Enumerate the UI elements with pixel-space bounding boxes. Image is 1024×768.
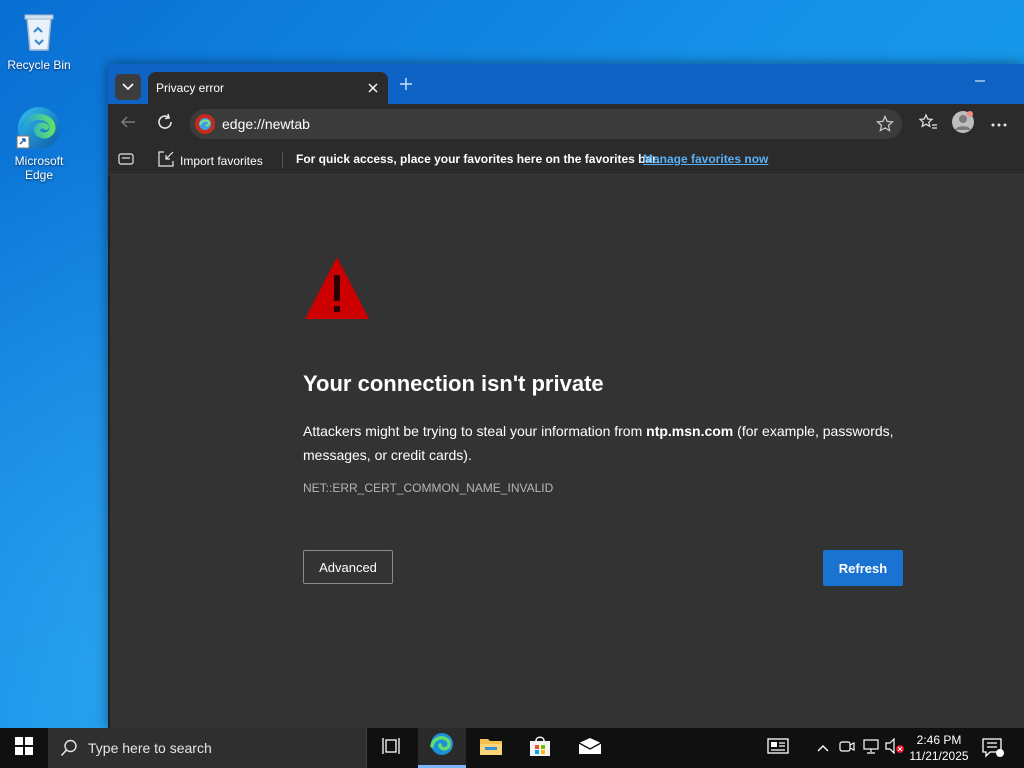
reload-button[interactable] xyxy=(153,112,177,136)
error-host: ntp.msn.com xyxy=(646,423,734,439)
refresh-icon xyxy=(156,113,174,136)
edge-icon xyxy=(15,104,63,152)
clock-date: 11/21/2025 xyxy=(909,749,969,763)
edge-favicon-icon xyxy=(195,114,215,134)
show-hidden-icons-button[interactable] xyxy=(813,738,833,758)
error-title: Your connection isn't private xyxy=(303,371,604,396)
notifications-button[interactable] xyxy=(982,738,1004,758)
favorites-button[interactable] xyxy=(916,112,940,136)
advanced-button[interactable]: Advanced xyxy=(303,550,393,584)
folder-icon xyxy=(479,736,503,761)
address-bar[interactable]: edge://newtab xyxy=(190,109,902,139)
edge-icon xyxy=(429,731,455,762)
mail-icon xyxy=(578,737,602,760)
add-favorite-star-icon[interactable] xyxy=(876,115,894,133)
taskbar-app-mail[interactable] xyxy=(566,728,614,768)
more-horizontal-icon xyxy=(990,115,1008,133)
taskbar-app-store[interactable] xyxy=(516,728,564,768)
arrow-left-icon xyxy=(119,113,137,136)
start-button[interactable] xyxy=(0,728,48,768)
error-code[interactable]: NET::ERR_CERT_COMMON_NAME_INVALID xyxy=(303,481,553,495)
back-button[interactable] xyxy=(116,112,140,136)
import-favorites-button[interactable]: Import favorites xyxy=(158,151,263,170)
news-icon xyxy=(767,737,789,759)
volume-button[interactable] xyxy=(885,737,905,759)
taskbar-app-edge[interactable] xyxy=(418,728,466,768)
taskbar: Type here to search 2:46 PM 11/21/2025 xyxy=(0,728,1024,768)
new-tab-button[interactable] xyxy=(396,76,416,96)
refresh-button[interactable]: Refresh xyxy=(823,550,903,586)
profile-button[interactable] xyxy=(951,110,975,139)
error-description-prefix: Attackers might be trying to steal your … xyxy=(303,423,647,439)
favorites-separator xyxy=(282,152,283,168)
desktop-icon-label: Recycle Bin xyxy=(7,58,71,72)
search-placeholder: Type here to search xyxy=(88,740,212,756)
error-page: Your connection isn't private Attackers … xyxy=(110,175,1024,728)
desktop-icon-label: Microsoft Edge xyxy=(14,154,64,182)
task-view-icon xyxy=(382,737,402,760)
network-button[interactable] xyxy=(861,738,881,758)
volume-muted-icon xyxy=(885,737,905,759)
network-icon xyxy=(862,738,880,759)
task-view-button[interactable] xyxy=(368,728,416,768)
address-url: edge://newtab xyxy=(222,116,310,132)
favorites-hint-text: For quick access, place your favorites h… xyxy=(296,152,660,166)
favorites-bar: Import favorites For quick access, place… xyxy=(108,144,1024,175)
recycle-bin-icon xyxy=(15,8,63,56)
browser-window: Privacy error edge://newtab Import favor… xyxy=(108,64,1024,728)
chevron-down-icon xyxy=(122,78,134,96)
favorites-bar-icon xyxy=(118,152,134,166)
tab-actions-button[interactable] xyxy=(115,74,141,100)
clock-time: 2:46 PM xyxy=(916,733,962,747)
browser-toolbar: edge://newtab xyxy=(108,104,1024,144)
chevron-up-icon xyxy=(817,739,829,757)
minimize-button[interactable] xyxy=(970,74,990,94)
plus-icon xyxy=(398,75,414,97)
tab-privacy-error[interactable]: Privacy error xyxy=(148,72,388,104)
import-favorites-label: Import favorites xyxy=(180,153,263,168)
avatar xyxy=(951,110,975,139)
tab-title: Privacy error xyxy=(156,81,225,95)
meet-now-button[interactable] xyxy=(837,738,857,758)
import-icon xyxy=(158,151,174,170)
close-icon[interactable] xyxy=(366,81,380,95)
desktop-icon-recycle-bin[interactable]: Recycle Bin xyxy=(2,8,76,72)
desktop-icon-microsoft-edge[interactable]: Microsoft Edge xyxy=(2,104,76,182)
news-widget-button[interactable] xyxy=(767,737,789,759)
camera-icon xyxy=(839,738,855,759)
taskbar-search-box[interactable]: Type here to search xyxy=(48,728,367,768)
settings-more-button[interactable] xyxy=(987,112,1011,136)
notification-icon xyxy=(982,738,1004,762)
manage-favorites-link[interactable]: Manage favorites now xyxy=(643,152,768,166)
search-icon xyxy=(60,739,78,757)
error-description: Attackers might be trying to steal your … xyxy=(303,419,913,467)
minimize-icon xyxy=(973,75,987,91)
browser-titlebar: Privacy error xyxy=(108,64,1024,104)
taskbar-clock[interactable]: 2:46 PM 11/21/2025 xyxy=(906,732,972,764)
taskbar-app-file-explorer[interactable] xyxy=(467,728,515,768)
warning-triangle-icon xyxy=(303,255,371,321)
store-bag-icon xyxy=(529,735,551,762)
windows-logo-icon xyxy=(15,736,33,760)
favorites-list-icon xyxy=(918,113,938,136)
